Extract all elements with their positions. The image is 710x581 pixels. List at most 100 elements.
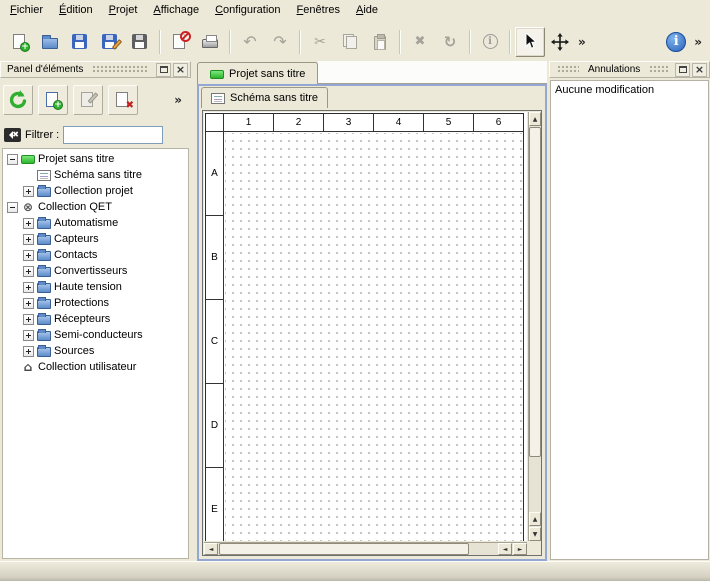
- menu-edition[interactable]: Édition: [51, 0, 101, 22]
- scroll-up-button[interactable]: ▲: [529, 112, 541, 126]
- tree-item-collection-qet[interactable]: ⊗ Collection QET: [3, 199, 188, 215]
- tree-item-automatisme[interactable]: Automatisme: [3, 215, 188, 231]
- close-icon: ×: [176, 64, 185, 75]
- diagram-info-button[interactable]: i: [475, 27, 505, 57]
- delete-element-button[interactable]: ✖: [108, 85, 138, 115]
- panel-overflow-chevron[interactable]: »: [171, 93, 185, 107]
- elements-panel-title: Panel d'éléments: [3, 64, 87, 75]
- tree-item-collection-projet[interactable]: Collection projet: [3, 183, 188, 199]
- tree-item-recepteurs[interactable]: Récepteurs: [3, 311, 188, 327]
- save-all-button[interactable]: [125, 27, 155, 57]
- close-dock-button[interactable]: ×: [173, 63, 188, 77]
- undo-dock-titlebar[interactable]: Annulations ×: [549, 61, 710, 78]
- close-dock-button[interactable]: ×: [692, 63, 707, 77]
- undo-button[interactable]: ↶: [235, 27, 265, 57]
- save-button[interactable]: [65, 27, 95, 57]
- dock-grip[interactable]: [92, 65, 149, 74]
- menu-fichier[interactable]: Fichier: [2, 0, 51, 22]
- float-dock-button[interactable]: [156, 63, 171, 77]
- schema-grid[interactable]: [225, 133, 523, 541]
- menu-fenetres[interactable]: Fenêtres: [289, 0, 348, 22]
- arrow-right-icon: ►: [518, 546, 523, 553]
- scroll-down-button[interactable]: ▼: [529, 527, 541, 541]
- tree-item-protections[interactable]: Protections: [3, 295, 188, 311]
- redo-button[interactable]: ↷: [265, 27, 295, 57]
- vertical-scrollbar[interactable]: ▲ ▲ ▼: [528, 112, 541, 541]
- schema-sheet[interactable]: 1 2 3 4 5 6 A B C D E: [205, 113, 524, 541]
- expand-icon[interactable]: [23, 218, 34, 229]
- collapse-icon[interactable]: [7, 202, 18, 213]
- tree-item-haute-tension[interactable]: Haute tension: [3, 279, 188, 295]
- expand-icon[interactable]: [23, 330, 34, 341]
- folder-icon: [37, 251, 51, 261]
- row-ruler: A B C D E: [206, 132, 224, 541]
- expand-icon[interactable]: [23, 282, 34, 293]
- tree-item-project[interactable]: Projet sans titre: [3, 151, 188, 167]
- tree-item-label: Semi-conducteurs: [54, 329, 143, 341]
- new-element-button[interactable]: [38, 85, 68, 115]
- paste-button[interactable]: [365, 27, 395, 57]
- menu-configuration[interactable]: Configuration: [207, 0, 288, 22]
- diagram-viewport[interactable]: 1 2 3 4 5 6 A B C D E: [204, 112, 527, 541]
- tree-item-sources[interactable]: Sources: [3, 343, 188, 359]
- edit-element-button[interactable]: [73, 85, 103, 115]
- tab-schema[interactable]: Schéma sans titre: [201, 87, 328, 108]
- new-document-icon: [10, 32, 30, 52]
- menu-aide[interactable]: Aide: [348, 0, 386, 22]
- cut-button[interactable]: ✂: [305, 27, 335, 57]
- horizontal-scroll-thumb[interactable]: [219, 543, 469, 555]
- menu-projet[interactable]: Projet: [101, 0, 146, 22]
- tree-item-capteurs[interactable]: Capteurs: [3, 231, 188, 247]
- toolbar-separator: [399, 30, 401, 54]
- scroll-left-button-2[interactable]: ◄: [498, 543, 512, 555]
- tree-item-convertisseurs[interactable]: Convertisseurs: [3, 263, 188, 279]
- scroll-up-button-2[interactable]: ▲: [529, 512, 541, 526]
- menu-affichage[interactable]: Affichage: [145, 0, 207, 22]
- open-project-button[interactable]: [35, 27, 65, 57]
- save-as-button[interactable]: [95, 27, 125, 57]
- close-document-icon: [170, 32, 190, 52]
- qet-collection-icon: ⊗: [21, 201, 35, 213]
- expand-icon[interactable]: [23, 250, 34, 261]
- clear-filter-icon[interactable]: [4, 128, 21, 142]
- pan-mode-button[interactable]: [545, 27, 575, 57]
- collapse-icon[interactable]: [7, 154, 18, 165]
- new-project-button[interactable]: [5, 27, 35, 57]
- new-element-icon: [43, 90, 63, 110]
- tab-project[interactable]: Projet sans titre: [197, 62, 318, 84]
- tree-item-schema[interactable]: Schéma sans titre: [3, 167, 188, 183]
- scissors-icon: ✂: [314, 34, 326, 50]
- toolbar-overflow-chevron[interactable]: »: [575, 35, 589, 49]
- scroll-left-button[interactable]: ◄: [204, 543, 218, 555]
- print-button[interactable]: [195, 27, 225, 57]
- about-button[interactable]: i: [661, 27, 691, 57]
- expand-icon[interactable]: [23, 186, 34, 197]
- folder-icon: [37, 283, 51, 293]
- reload-collections-button[interactable]: [3, 85, 33, 115]
- tree-item-collection-utilisateur[interactable]: ⌂ Collection utilisateur: [3, 359, 188, 375]
- float-dock-button[interactable]: [675, 63, 690, 77]
- filter-input[interactable]: [63, 126, 163, 144]
- horizontal-scrollbar[interactable]: ◄ ◄ ►: [204, 542, 527, 555]
- scroll-right-button[interactable]: ►: [513, 543, 527, 555]
- printer-icon: [200, 32, 220, 52]
- refresh-icon: [7, 89, 29, 111]
- expand-icon[interactable]: [23, 234, 34, 245]
- expand-icon[interactable]: [23, 298, 34, 309]
- dock-grip[interactable]: [557, 65, 579, 74]
- selection-mode-button[interactable]: [515, 27, 545, 57]
- delete-button[interactable]: ✖: [405, 27, 435, 57]
- undo-list-item[interactable]: Aucune modification: [551, 81, 708, 99]
- expand-icon[interactable]: [23, 266, 34, 277]
- expand-icon[interactable]: [23, 314, 34, 325]
- copy-button[interactable]: [335, 27, 365, 57]
- elements-panel-titlebar[interactable]: Panel d'éléments ×: [0, 61, 191, 78]
- tree-item-semi-conducteurs[interactable]: Semi-conducteurs: [3, 327, 188, 343]
- rotate-button[interactable]: ↻: [435, 27, 465, 57]
- toolbar-overflow-chevron-right[interactable]: »: [691, 35, 705, 49]
- close-project-button[interactable]: [165, 27, 195, 57]
- tree-item-contacts[interactable]: Contacts: [3, 247, 188, 263]
- vertical-scroll-thumb[interactable]: [529, 127, 541, 457]
- expand-icon[interactable]: [23, 346, 34, 357]
- dock-grip[interactable]: [649, 65, 668, 74]
